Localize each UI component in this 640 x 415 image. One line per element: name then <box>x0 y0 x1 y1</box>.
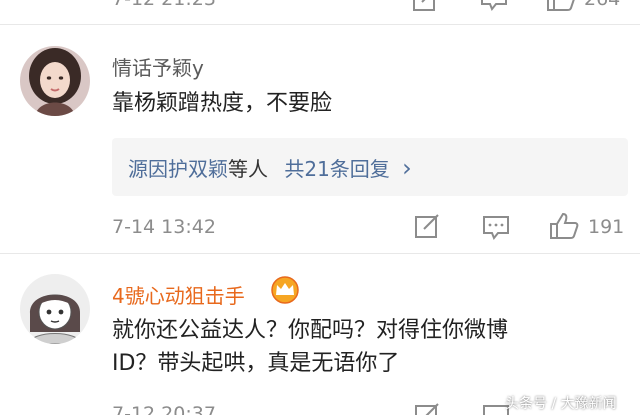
reply-total[interactable]: 共21条回复 <box>284 157 389 181</box>
comment-text-line-2: ID？带头起哄，真是无语你了 <box>112 351 400 376</box>
share-edit-icon[interactable] <box>414 213 442 239</box>
avatar[interactable] <box>20 274 90 344</box>
watermark: 头条号 / 大豫新闻 <box>505 396 617 412</box>
comment-time: 7-14 13:42 <box>112 216 216 238</box>
comment-icon[interactable] <box>482 215 510 241</box>
comment-text: 靠杨颖蹭热度，不要脸 <box>112 91 333 116</box>
like-icon[interactable] <box>549 212 579 240</box>
reply-summary[interactable]: 源因护双颖等人 共21条回复 › <box>112 138 628 196</box>
comment-time: 7-12 21:23 <box>112 0 216 10</box>
like-count: 191 <box>588 216 625 238</box>
comment-icon[interactable] <box>480 0 508 12</box>
like-count: 264 <box>584 0 620 10</box>
username[interactable]: 情话予颖y <box>112 52 204 81</box>
share-edit-icon[interactable] <box>414 402 442 415</box>
divider <box>0 24 640 25</box>
divider <box>0 253 640 254</box>
comment-time: 7-12 20:37 <box>112 403 216 415</box>
reply-mid-text: 等人 <box>228 157 268 181</box>
crown-icon <box>270 276 300 308</box>
vip-username[interactable]: 4號心动狙击手 <box>112 280 245 309</box>
like-icon[interactable] <box>546 0 576 12</box>
comment-text-line-1: 就你还公益达人？你配吗？对得住你微博 <box>112 318 509 343</box>
reply-author[interactable]: 源因护双颖 <box>128 157 228 181</box>
share-edit-icon[interactable] <box>412 0 440 12</box>
chevron-right-icon: › <box>402 154 412 182</box>
avatar[interactable] <box>20 46 90 116</box>
